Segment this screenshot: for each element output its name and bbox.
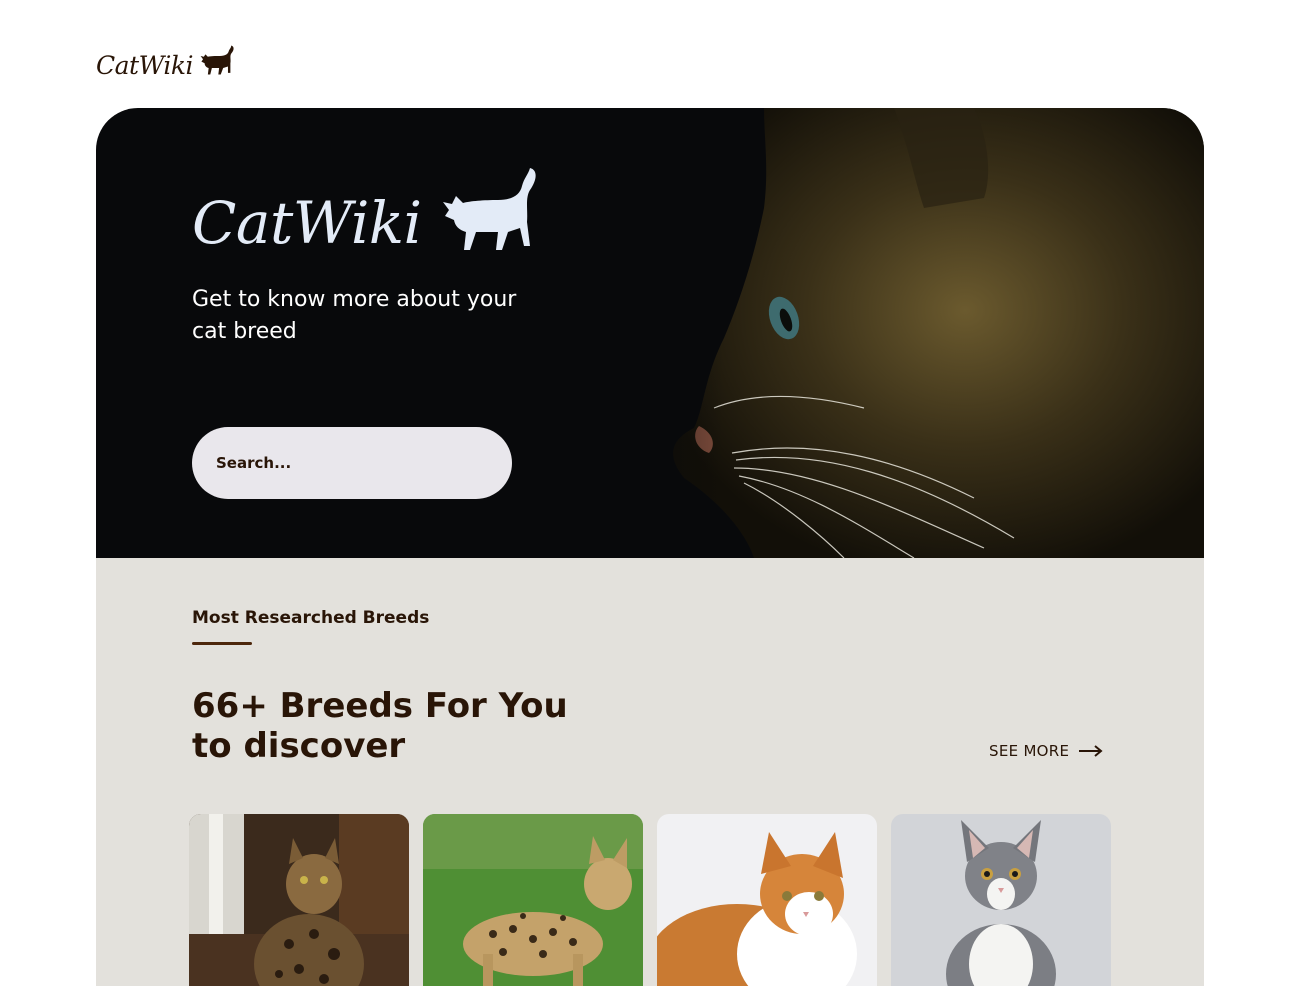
arrow-right-icon	[1079, 745, 1103, 757]
cat-silhouette-icon	[200, 45, 234, 75]
breed-image	[657, 814, 877, 986]
search-input[interactable]	[216, 454, 476, 472]
breeds-section: Most Researched Breeds 66+ Breeds For Yo…	[96, 558, 1204, 986]
hero-section: CatWiki Get to know more about your cat …	[96, 108, 1204, 558]
see-more-link[interactable]: SEE MORE	[989, 742, 1103, 760]
breed-card[interactable]	[657, 814, 877, 986]
breed-image	[189, 814, 409, 986]
hero-cat-photo	[564, 108, 1204, 558]
hero-tagline: Get to know more about your cat breed	[192, 287, 517, 344]
section-underline	[192, 642, 252, 645]
header-logo[interactable]: CatWiki	[96, 34, 236, 80]
breed-cards	[189, 814, 1111, 986]
section-label: Most Researched Breeds	[192, 608, 430, 628]
see-more-label: SEE MORE	[989, 742, 1070, 760]
section-heading: 66+ Breeds For You to discover	[192, 686, 568, 766]
hero-logo: CatWiki	[192, 166, 540, 258]
header-logo-text: CatWiki	[96, 51, 193, 80]
breed-card[interactable]	[423, 814, 643, 986]
hero-logo-text: CatWiki	[192, 189, 422, 257]
breed-card[interactable]	[189, 814, 409, 986]
breed-card[interactable]	[891, 814, 1111, 986]
breed-image	[423, 814, 643, 986]
search-bar[interactable]	[192, 427, 512, 499]
breed-image	[891, 814, 1111, 986]
cat-silhouette-icon	[442, 168, 536, 250]
